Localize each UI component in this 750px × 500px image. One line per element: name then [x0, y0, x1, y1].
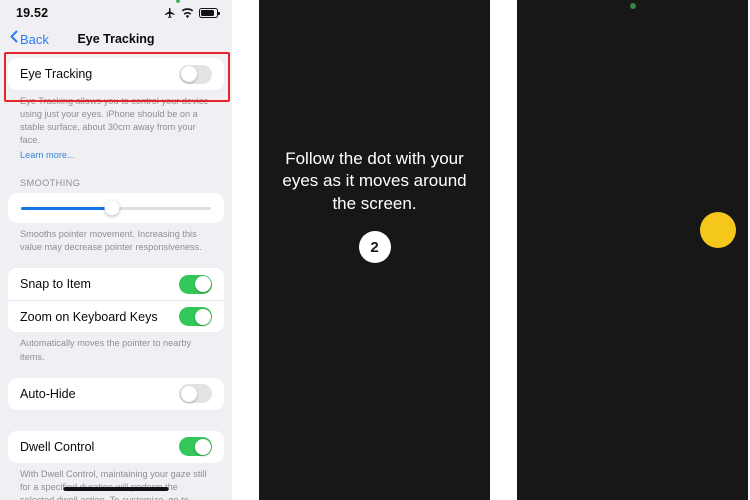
gaze-target-dot: [699, 212, 736, 248]
learn-more-wrapper: Learn more...: [8, 147, 224, 162]
snap-to-item-toggle[interactable]: [179, 274, 212, 294]
pointer-options-footnote: Automatically moves the pointer to nearb…: [20, 338, 192, 362]
row-dwell-control[interactable]: Dwell Control: [8, 430, 224, 463]
smoothing-slider-fill: [21, 206, 113, 210]
smoothing-section-header: SMOOTHING: [20, 178, 81, 189]
back-button[interactable]: Back: [10, 30, 49, 48]
eye-tracking-group: Eye Tracking: [8, 58, 224, 90]
dwell-control-footnote-part1: With Dwell Control, maintaining your gaz…: [20, 468, 207, 500]
back-button-label: Back: [20, 31, 49, 47]
auto-hide-toggle[interactable]: [179, 384, 212, 404]
auto-hide-label: Auto-Hide: [20, 386, 76, 401]
green-privacy-dot-icon: [629, 3, 636, 9]
smoothing-footnote: Smooths pointer movement. Increasing thi…: [20, 229, 202, 253]
smoothing-slider-track[interactable]: [21, 200, 211, 216]
row-auto-hide[interactable]: Auto-Hide: [8, 377, 224, 410]
learn-more-link[interactable]: Learn more...: [20, 150, 75, 160]
eye-tracking-footnote: Eye Tracking allows you to control your …: [20, 96, 209, 146]
calibration-instruction-text: Follow the dot with your eyes as it move…: [282, 149, 467, 213]
chevron-left-icon: [10, 30, 18, 48]
airplane-mode-icon: [164, 7, 176, 19]
row-snap-to-item[interactable]: Snap to Item: [8, 268, 224, 301]
dwell-control-footnote: With Dwell Control, maintaining your gaz…: [8, 463, 224, 500]
panel-gap-2: [490, 0, 517, 500]
auto-hide-group: Auto-Hide: [8, 377, 224, 410]
panel-gap-1: [232, 0, 259, 500]
pointer-options-group: Snap to Item Zoom on Keyboard Keys: [8, 268, 224, 333]
dwell-control-label: Dwell Control: [20, 439, 95, 454]
status-bar-icons: [164, 0, 220, 19]
gaze-tracking-screen: [517, 0, 748, 500]
row-zoom-on-keyboard-keys[interactable]: Zoom on Keyboard Keys: [8, 300, 224, 333]
settings-list: Eye Tracking Eye Tracking allows you to …: [0, 58, 232, 500]
step-number-badge: 2: [358, 231, 391, 263]
green-privacy-dot-icon: [176, 0, 180, 3]
settings-screen: 19.52 Back Eye Tracking Eye Tracking Eye…: [0, 0, 232, 500]
dwell-control-group: Dwell Control: [8, 430, 224, 463]
home-indicator: [63, 487, 169, 491]
navigation-bar: Back Eye Tracking: [0, 26, 232, 52]
wifi-icon: [181, 7, 194, 19]
smoothing-slider-card: [8, 193, 224, 224]
dwell-control-toggle[interactable]: [179, 437, 212, 457]
battery-icon: [199, 8, 220, 18]
row-eye-tracking[interactable]: Eye Tracking: [8, 58, 224, 90]
eye-tracking-toggle[interactable]: [179, 64, 212, 84]
status-bar-time: 19.52: [16, 6, 49, 20]
snap-to-item-label: Snap to Item: [20, 277, 91, 292]
eye-tracking-label: Eye Tracking: [20, 67, 93, 81]
smoothing-slider-thumb[interactable]: [104, 200, 120, 216]
zoom-on-keyboard-keys-toggle[interactable]: [179, 307, 212, 327]
status-bar: 19.52: [0, 0, 232, 26]
calibration-instruction-screen: Follow the dot with your eyes as it move…: [259, 0, 490, 500]
zoom-on-keyboard-keys-label: Zoom on Keyboard Keys: [20, 309, 158, 324]
